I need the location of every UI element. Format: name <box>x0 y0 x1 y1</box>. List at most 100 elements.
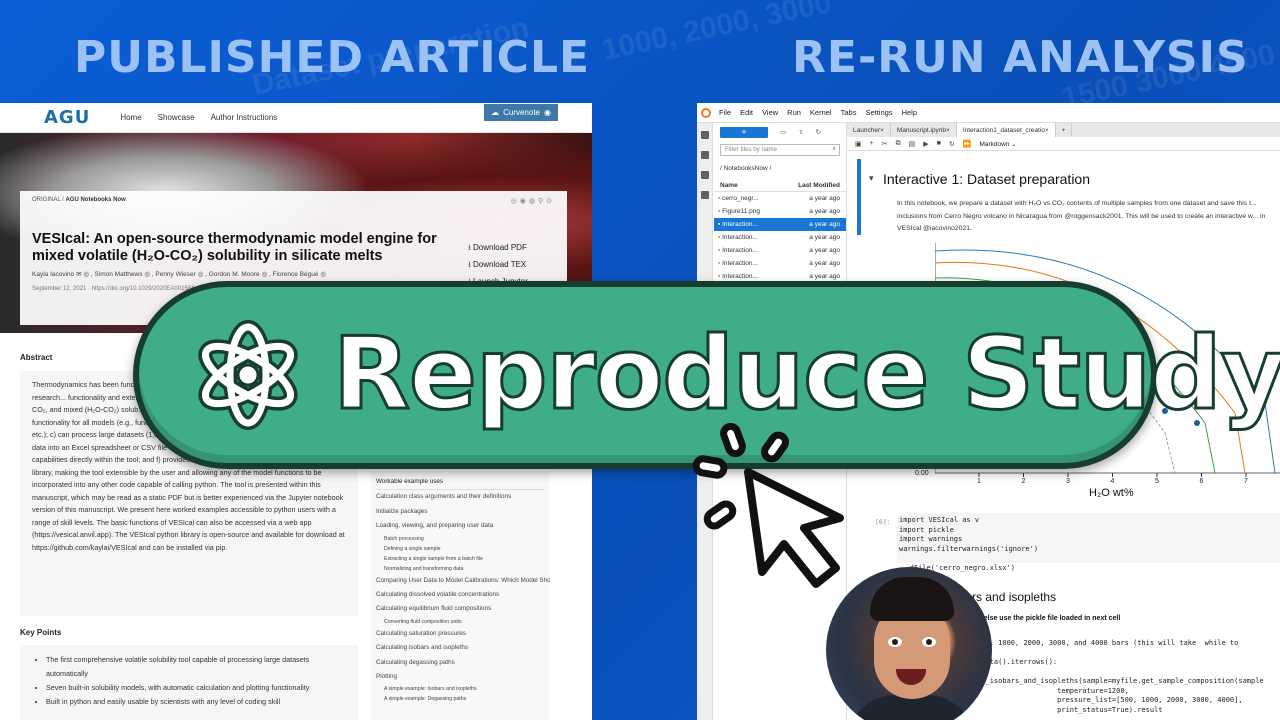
run-all-icon[interactable]: ⏩ <box>963 140 972 148</box>
toc-item[interactable]: Defining a single sample <box>376 544 544 554</box>
code-line: import warnings <box>899 535 963 543</box>
code-cell[interactable]: import VESIcal as v import pickle import w… <box>897 513 1280 563</box>
toc-icon[interactable] <box>701 171 709 179</box>
menu-edit[interactable]: Edit <box>740 108 753 117</box>
keypoint-item: Built in python and easily usable by sci… <box>46 695 346 709</box>
toc-item[interactable]: A simple example: Degassing paths <box>376 694 544 704</box>
file-row[interactable]: Interaction... a year ago <box>714 231 846 244</box>
close-tab-icon[interactable]: × <box>946 127 950 134</box>
toc-item[interactable]: Normalizing and transforming data <box>376 564 544 574</box>
folder-icon[interactable] <box>701 131 709 139</box>
download-tex-link[interactable]: Download TEX <box>468 256 528 273</box>
menu-kernel[interactable]: Kernel <box>810 108 832 117</box>
curvenote-badge[interactable]: ☁ Curvenote ◉ <box>484 104 558 121</box>
abstract-heading: Abstract <box>20 353 53 362</box>
menu-help[interactable]: Help <box>902 108 917 117</box>
run-icon[interactable]: ▶ <box>923 140 928 148</box>
file-modified: a year ago <box>809 221 840 228</box>
paste-icon[interactable]: ▤ <box>909 140 916 148</box>
toc-item[interactable]: Workable example uses <box>376 475 544 491</box>
notebook-tab[interactable]: Manuscript.ipynb × <box>891 123 957 137</box>
plot-x-tick-label: 4 <box>1111 478 1115 483</box>
toc-item[interactable]: Batch processing <box>376 534 544 544</box>
menu-file[interactable]: File <box>719 108 731 117</box>
reproduce-study-label[interactable]: Reproduce Study <box>332 314 1280 434</box>
copy-icon[interactable]: ⧉ <box>896 140 901 148</box>
file-list-header: Name Last Modified <box>714 178 846 192</box>
running-icon[interactable] <box>701 151 709 159</box>
notebook-toolbar: ▣ + ✂ ⧉ ▤ ▶ ■ ↻ ⏩ Markdown ⌄ <box>847 137 1280 151</box>
file-modified: a year ago <box>809 260 840 267</box>
restart-icon[interactable]: ↻ <box>949 140 955 148</box>
plot-x-label: H₂O wt% <box>1089 487 1134 499</box>
file-row[interactable]: Interaction... a year ago <box>714 257 846 270</box>
refresh-icon[interactable]: ↻ <box>816 128 821 136</box>
file-breadcrumb[interactable]: / NotebooksNow / <box>714 159 846 178</box>
file-row[interactable]: Interaction... a year ago <box>714 218 846 231</box>
close-tab-icon[interactable]: × <box>1045 127 1049 134</box>
notebook-tab-label: Launcher <box>853 126 881 134</box>
headline-rerun-analysis: RE-RUN ANALYSIS <box>792 32 1249 83</box>
toc-item[interactable]: Initialize packages <box>376 505 544 519</box>
toc-item[interactable]: Calculating degassing paths <box>376 656 544 670</box>
toc-item[interactable]: Converting fluid composition units <box>376 617 544 627</box>
toc-item[interactable]: Calculating equilibrium fluid compositio… <box>376 602 544 616</box>
toc-item[interactable]: Calculation class arguments and their de… <box>376 490 544 504</box>
notebook-tab[interactable]: Interaction1_dataset_creatio × <box>956 123 1056 137</box>
notebook-tab-label: Manuscript.ipynb <box>896 126 947 134</box>
toc-item[interactable]: A simple example: Isobars and isopleths <box>376 684 544 694</box>
presenter-eye <box>888 637 902 647</box>
code-line: import pickle <box>899 525 954 534</box>
plot-x-tick-label: 1 <box>977 478 981 483</box>
curvenote-label: Curvenote <box>503 108 541 117</box>
new-tab-icon[interactable]: + <box>1056 123 1073 137</box>
download-pdf-link[interactable]: Download PDF <box>468 239 528 256</box>
toc-item[interactable]: Calculating isobars and isopleths <box>376 641 544 655</box>
toc-item[interactable]: Calculating saturation pressures <box>376 627 544 641</box>
col-last-modified[interactable]: Last Modified <box>798 182 840 189</box>
toc-item[interactable]: Calculating dissolved volatile concentra… <box>376 588 544 602</box>
new-folder-icon[interactable]: ▭ <box>780 128 786 136</box>
keypoint-item: The first comprehensive volatile solubil… <box>46 653 346 681</box>
table-of-contents: Workable example uses Calculation class a… <box>370 471 550 720</box>
notebook-tab[interactable]: Launcher × <box>847 123 891 137</box>
file-name: Figure11.png <box>718 208 760 215</box>
file-name: Interaction... <box>718 273 758 280</box>
extension-icon[interactable] <box>701 191 709 199</box>
file-row[interactable]: cerro_negr... a year ago <box>714 192 846 205</box>
nav-home[interactable]: Home <box>120 113 141 122</box>
toc-item[interactable]: Loading, viewing, and preparing user dat… <box>376 519 544 533</box>
nav-author-instructions[interactable]: Author Instructions <box>211 113 278 122</box>
filter-files-input[interactable]: Filter files by name <box>720 144 840 156</box>
menu-run[interactable]: Run <box>787 108 801 117</box>
notebook-heading[interactable]: Interactive 1: Dataset preparation <box>869 171 1090 187</box>
menu-settings[interactable]: Settings <box>865 108 892 117</box>
stop-icon[interactable]: ■ <box>937 140 941 147</box>
add-cell-icon[interactable]: + <box>870 140 874 147</box>
nav-showcase[interactable]: Showcase <box>158 113 195 122</box>
cell-type-select[interactable]: Markdown ⌄ <box>979 140 1016 148</box>
atom-icon <box>198 320 298 430</box>
file-row[interactable]: Interaction... a year ago <box>714 244 846 257</box>
new-launcher-button[interactable]: + <box>720 126 768 138</box>
upload-icon[interactable]: ⇧ <box>798 128 803 136</box>
cut-icon[interactable]: ✂ <box>882 140 888 148</box>
webcam-presenter <box>826 567 992 720</box>
close-tab-icon[interactable]: × <box>880 127 884 134</box>
col-name[interactable]: Name <box>720 182 738 189</box>
share-icons[interactable]: ◎◉◍⚲⊙ <box>511 197 555 205</box>
toc-item[interactable]: Plotting <box>376 670 544 684</box>
file-name: Interaction... <box>718 221 758 228</box>
file-modified: a year ago <box>809 247 840 254</box>
label-venue[interactable]: AGU Notebooks Now <box>65 197 125 203</box>
toc-item[interactable]: Extracting a single sample from a batch … <box>376 554 544 564</box>
notebook-paragraph[interactable]: In this notebook, we prepare a dataset w… <box>897 198 1280 236</box>
agu-logo[interactable]: AGU <box>44 107 90 128</box>
file-name: cerro_negr... <box>718 195 759 202</box>
menu-view[interactable]: View <box>762 108 778 117</box>
toc-item[interactable]: Comparing User Data to Model Calibration… <box>376 574 550 588</box>
plot-x-tick-label: 5 <box>1155 478 1159 483</box>
menu-tabs[interactable]: Tabs <box>841 108 857 117</box>
file-row[interactable]: Figure11.png a year ago <box>714 205 846 218</box>
save-icon[interactable]: ▣ <box>855 140 862 148</box>
